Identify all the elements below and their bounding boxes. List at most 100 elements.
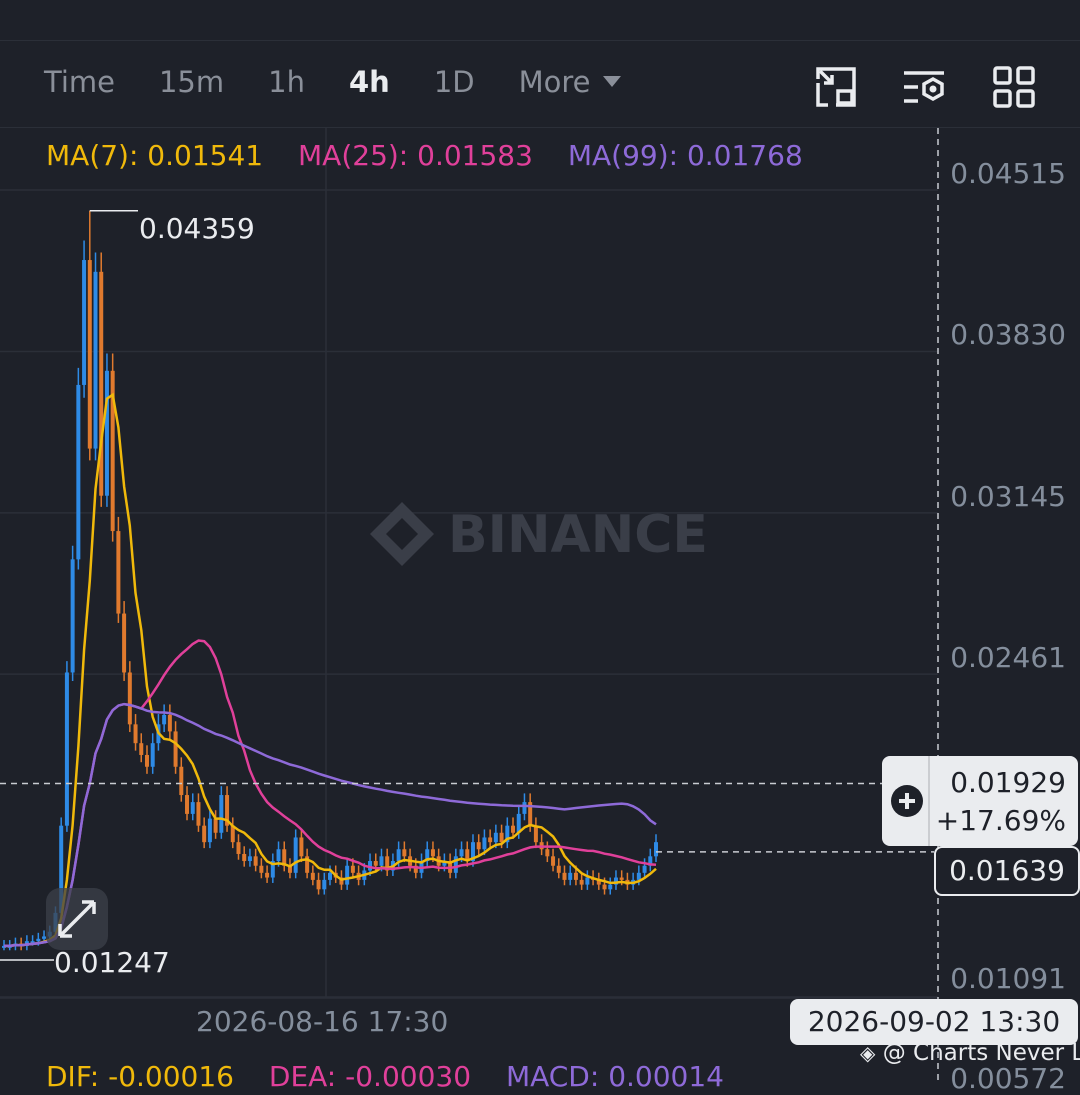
candle-body — [247, 856, 252, 862]
candle-body — [551, 856, 556, 866]
candle-body — [36, 938, 41, 942]
candle-body — [122, 613, 127, 673]
candle-body — [322, 879, 327, 890]
binance-watermark: BINANCE — [448, 505, 708, 565]
ma99-value: MA(99): 0.01768 — [567, 139, 803, 172]
binance-diamond-icon: ◈ — [860, 1041, 876, 1065]
candle-body — [104, 370, 109, 496]
candle-body — [70, 559, 75, 673]
candle-body — [253, 856, 258, 866]
candle-body — [373, 861, 378, 866]
candle-body — [310, 872, 315, 880]
candle-body — [242, 853, 247, 862]
candle-body — [190, 802, 195, 814]
candle-body — [493, 832, 498, 843]
candle-body — [144, 754, 149, 767]
candle-body — [93, 271, 98, 449]
candle-body — [76, 384, 81, 560]
expand-button[interactable] — [46, 888, 108, 950]
candle-body — [116, 531, 121, 614]
candle-body — [219, 795, 224, 833]
candle-body — [179, 766, 184, 796]
candle-body — [488, 837, 493, 843]
candle-body — [82, 260, 87, 385]
candle-body — [482, 837, 487, 850]
candle-body — [379, 856, 384, 866]
candle-body — [619, 877, 624, 880]
price-tick-6: 0.00572 — [950, 1062, 1066, 1095]
candle-body — [585, 877, 590, 885]
credit-text: ◈ @ Charts Never Lie — [860, 1040, 1080, 1066]
crosshair-change: +17.69% — [935, 804, 1066, 837]
price-tick-3: 0.03145 — [950, 480, 1066, 513]
dea-value: DEA: -0.00030 — [268, 1060, 472, 1093]
candle-body — [545, 849, 550, 857]
candle-body — [185, 795, 190, 814]
candle-body — [316, 879, 321, 890]
ma25-value: MA(25): 0.01583 — [298, 139, 533, 172]
price-tick-4: 0.02461 — [950, 641, 1066, 674]
candle-body — [236, 842, 241, 854]
crosshair-price: 0.01929 — [950, 766, 1066, 799]
crosshair-price-bubble: 0.01929 +17.69% — [882, 756, 1078, 846]
price-tick-2: 0.03830 — [950, 318, 1066, 351]
candle-body — [265, 872, 270, 878]
binance-watermark-group: BINANCE — [370, 502, 708, 566]
candle-body — [64, 672, 69, 826]
candle-body — [476, 842, 481, 850]
candle-body — [259, 865, 264, 873]
expand-arrows-icon — [58, 900, 96, 938]
candle-body — [499, 832, 504, 843]
candle-body — [173, 731, 178, 767]
high-price-label: 0.04359 — [139, 212, 255, 245]
candle-body — [196, 802, 201, 826]
dif-value: DIF: -0.00016 — [46, 1060, 234, 1093]
candle-body — [299, 837, 304, 857]
candle-body — [602, 884, 607, 890]
bubble-divider — [928, 756, 930, 846]
candle-body — [579, 879, 584, 885]
time-axis-label: 2026-08-16 17:30 — [196, 1005, 449, 1038]
candle-body — [87, 260, 92, 449]
candle-body — [133, 724, 138, 744]
candle-body — [350, 865, 355, 873]
price-tick-1: 0.04515 — [950, 157, 1066, 190]
candle-body — [562, 872, 567, 880]
candle-body — [556, 865, 561, 873]
ma-legend: MA(7): 0.01541 MA(25): 0.01583 MA(99): 0… — [46, 139, 829, 172]
binance-logo-icon — [370, 502, 434, 566]
guide-lines-group — [0, 782, 938, 853]
candle-body — [511, 825, 516, 833]
candle-body — [402, 849, 407, 857]
current-price-box: 0.01639 — [934, 846, 1080, 896]
candle-body — [459, 849, 464, 857]
price-tick-5: 0.01091 — [950, 962, 1066, 995]
candle-body — [213, 818, 218, 833]
candle-body — [533, 825, 538, 843]
candle-body — [127, 672, 132, 725]
add-alert-icon[interactable] — [890, 784, 924, 818]
candle-body — [654, 842, 658, 857]
candle-body — [207, 818, 212, 843]
candle-body — [162, 714, 167, 725]
candle-body — [139, 743, 144, 755]
candle-body — [276, 849, 281, 862]
ma7-value: MA(7): 0.01541 — [46, 139, 264, 172]
candle-body — [202, 825, 207, 843]
candle-body — [345, 865, 350, 885]
chart-grid — [0, 128, 939, 1080]
candle-body — [573, 872, 578, 880]
low-price-label: 0.01247 — [54, 946, 170, 979]
macd-legend: DIF: -0.00016 DEA: -0.00030 MACD: 0.0001… — [46, 1060, 750, 1093]
candle-body — [608, 884, 613, 890]
macd-value: MACD: 0.00014 — [505, 1060, 724, 1093]
candle-body — [328, 872, 332, 880]
candle-body — [568, 872, 573, 880]
candle-body — [167, 714, 172, 732]
candle-body — [636, 872, 641, 880]
candle-body — [150, 743, 155, 767]
candle-body — [396, 849, 401, 862]
candle-body — [522, 802, 527, 814]
candle-body — [430, 849, 435, 857]
crosshair-time-box: 2026-09-02 13:30 — [790, 999, 1078, 1045]
